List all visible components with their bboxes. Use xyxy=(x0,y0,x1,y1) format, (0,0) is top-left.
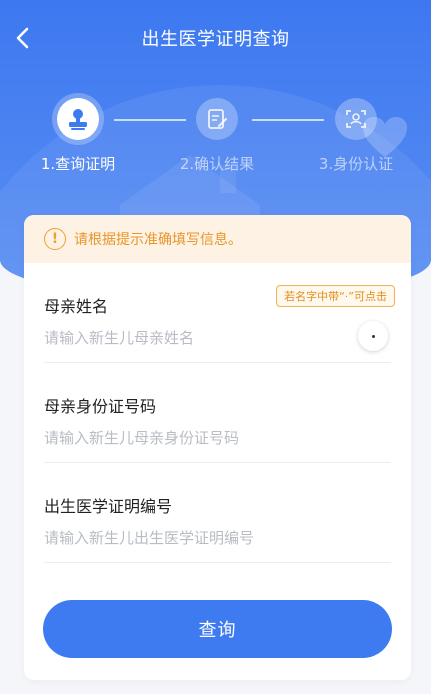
step-icon-container xyxy=(57,98,99,140)
mother-name-input[interactable] xyxy=(44,326,344,350)
notice-banner: ! 请根据提示准确填写信息。 xyxy=(24,215,411,263)
stamp-icon xyxy=(69,109,87,130)
edit-document-icon xyxy=(208,109,227,129)
step-icon-container xyxy=(335,98,377,140)
step-label: 3.身份认证 xyxy=(318,155,394,173)
cert-number-input[interactable] xyxy=(44,526,344,550)
back-button[interactable] xyxy=(8,24,36,52)
progress-steps: 1.查询证明 2.确认结果 3.身份认证 xyxy=(0,98,431,188)
insert-dot-button[interactable] xyxy=(358,321,388,351)
mother-name-field: 母亲姓名 若名字中带“·”可点击 xyxy=(44,263,395,363)
step-label: 2.确认结果 xyxy=(179,155,255,173)
step-confirm: 2.确认结果 xyxy=(162,98,272,174)
notice-text: 请根据提示准确填写信息。 xyxy=(74,232,242,248)
top-navigation: 出生医学证明查询 xyxy=(0,0,431,76)
mother-id-label: 母亲身份证号码 xyxy=(44,397,157,416)
mother-id-field: 母亲身份证号码 xyxy=(44,363,391,463)
step-query: 1.查询证明 xyxy=(23,98,133,174)
mother-id-input[interactable] xyxy=(44,426,344,450)
cert-number-field: 出生医学证明编号 xyxy=(44,463,391,563)
cert-number-label: 出生医学证明编号 xyxy=(44,497,173,516)
face-scan-icon xyxy=(346,110,366,128)
chevron-left-icon xyxy=(16,27,29,49)
step-label: 1.查询证明 xyxy=(40,155,116,173)
dot-hint-tooltip: 若名字中带“·”可点击 xyxy=(276,285,395,307)
query-form-card: ! 请根据提示准确填写信息。 母亲姓名 若名字中带“·”可点击 母亲身份证号码 … xyxy=(24,215,411,680)
middle-dot-icon xyxy=(371,334,375,338)
exclamation-icon: ! xyxy=(44,228,66,250)
step-icon-container xyxy=(196,98,238,140)
step-identity: 3.身份认证 xyxy=(301,98,411,174)
page-title: 出生医学证明查询 xyxy=(141,29,290,50)
mother-name-label: 母亲姓名 xyxy=(44,297,109,316)
query-button[interactable]: 查询 xyxy=(43,600,392,658)
